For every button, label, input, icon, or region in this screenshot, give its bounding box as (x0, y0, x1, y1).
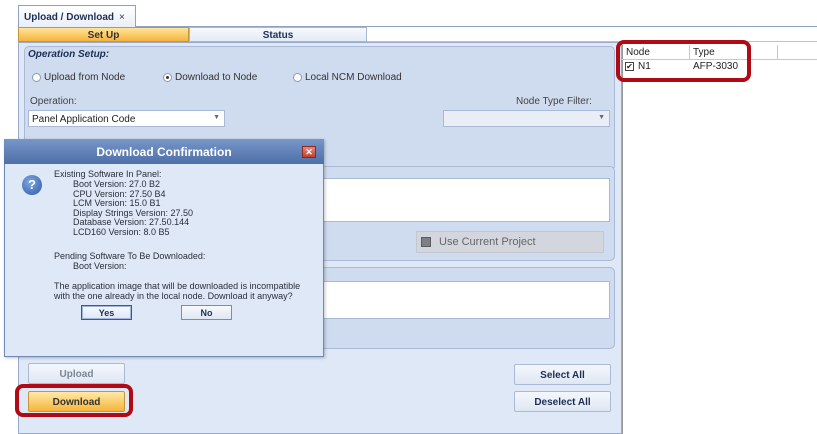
radio-download-to-node[interactable]: Download to Node (163, 72, 257, 83)
node-grid (622, 45, 817, 434)
operation-label: Operation: (30, 96, 77, 107)
radio-local-ncm-download[interactable]: Local NCM Download (293, 72, 402, 83)
download-confirmation-dialog (4, 139, 324, 357)
radio-unchecked-icon (293, 73, 302, 82)
existing-line: LCD160 Version: 8.0 B5 (73, 226, 170, 237)
use-current-project-checkbox[interactable]: Use Current Project (416, 231, 604, 253)
no-button[interactable]: No (181, 305, 232, 320)
radio-label: Upload from Node (44, 72, 126, 83)
node-type-filter-select[interactable]: ▼ (443, 110, 610, 127)
dialog-message-line: with the one already in the local node. … (54, 290, 293, 301)
tab-status[interactable]: Status (189, 27, 367, 42)
use-current-project-label: Use Current Project (439, 236, 536, 248)
question-icon: ? (22, 175, 42, 195)
checkbox-icon (421, 237, 431, 247)
operation-value: Panel Application Code (32, 114, 136, 125)
radio-checked-icon (163, 73, 172, 82)
node-type-filter-label: Node Type Filter: (516, 96, 592, 107)
yes-button[interactable]: Yes (81, 305, 132, 320)
pending-line: Boot Version: (73, 261, 127, 271)
radio-upload-from-node[interactable]: Upload from Node (32, 72, 125, 83)
operation-select[interactable]: Panel Application Code ▼ (28, 110, 225, 127)
select-all-button[interactable]: Select All (514, 364, 611, 385)
radio-label: Download to Node (175, 72, 258, 83)
radio-label: Local NCM Download (305, 72, 402, 83)
column-divider (777, 45, 778, 60)
close-icon[interactable]: × (119, 12, 125, 23)
chevron-down-icon: ▼ (598, 114, 605, 121)
deselect-all-button[interactable]: Deselect All (514, 391, 611, 412)
chevron-down-icon: ▼ (213, 114, 220, 121)
tab-upload-download[interactable]: Upload / Download × (18, 5, 136, 27)
node-highlight-box (616, 40, 751, 82)
dialog-title: Download Confirmation (4, 139, 324, 164)
close-icon[interactable]: ✕ (302, 146, 316, 158)
file-list-box[interactable] (322, 178, 610, 222)
tab-title: Upload / Download (24, 12, 114, 23)
radio-unchecked-icon (32, 73, 41, 82)
tab-setup[interactable]: Set Up (18, 27, 189, 42)
operation-setup-title: Operation Setup: (28, 49, 110, 60)
options-box[interactable] (322, 281, 610, 319)
download-highlight-box (15, 384, 133, 417)
upload-button[interactable]: Upload (28, 363, 125, 384)
